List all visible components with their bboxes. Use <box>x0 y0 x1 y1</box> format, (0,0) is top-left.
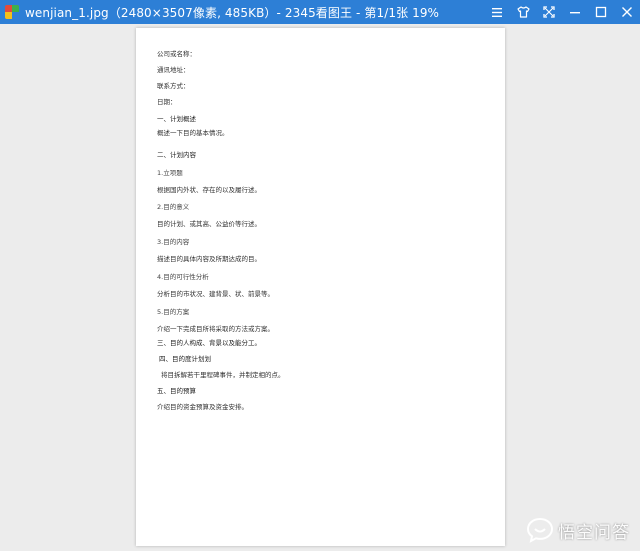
title-bar: wenjian_1.jpg（2480×3507像素, 485KB）- 2345看… <box>0 0 640 24</box>
doc-heading-content: 二、计划内容 <box>157 151 196 159</box>
hamburger-menu-icon[interactable] <box>484 0 510 24</box>
doc-line-address: 通讯地址： <box>157 66 190 74</box>
minimize-icon[interactable] <box>562 0 588 24</box>
doc-line-overview-text: 概述一下目的基本情况。 <box>157 129 229 137</box>
doc-line-company: 公司或名称： <box>157 50 196 58</box>
fullscreen-arrows-icon[interactable] <box>536 0 562 24</box>
doc-line-content-text: 描述目的具体内容及所期达成的目。 <box>157 255 261 263</box>
doc-line-plan-text: 介绍一下完成目所将采取的方法或方案。 <box>157 325 274 333</box>
doc-sub-project: 1.立项题 <box>157 169 183 177</box>
doc-line-budget-text: 介绍目的资金预算及资金安排。 <box>157 403 248 411</box>
image-canvas[interactable]: 公司或名称： 通讯地址： 联系方式： 日期： 一、计划概述 概述一下目的基本情况… <box>0 24 640 551</box>
doc-heading-team: 三、目的人构成、背景以及能分工。 <box>157 339 261 347</box>
app-logo-icon <box>5 5 19 19</box>
doc-heading-overview: 一、计划概述 <box>157 115 196 123</box>
document-page: 公司或名称： 通讯地址： 联系方式： 日期： 一、计划概述 概述一下目的基本情况… <box>136 28 505 546</box>
speech-bubble-icon <box>526 517 554 543</box>
doc-line-significance-text: 目的计划、或其高、公益价等行述。 <box>157 220 261 228</box>
doc-line-schedule-text: 将目拆解若干里程碑事件，并制定相的点。 <box>161 371 285 379</box>
doc-sub-content: 3.目的内容 <box>157 238 190 246</box>
doc-line-project-text: 根据国内外状、存在的以及履行述。 <box>157 186 261 194</box>
close-icon[interactable] <box>614 0 640 24</box>
doc-line-feasibility-text: 分析目的市状况、建背景、状、前景等。 <box>157 290 274 298</box>
doc-sub-significance: 2.目的意义 <box>157 203 190 211</box>
doc-heading-budget: 五、目的预算 <box>157 387 196 395</box>
watermark: 悟空问答 <box>526 517 630 543</box>
doc-line-date: 日期： <box>157 98 177 106</box>
watermark-text: 悟空问答 <box>558 522 630 543</box>
doc-heading-schedule: 四、目的度计划划 <box>159 355 211 363</box>
maximize-icon[interactable] <box>588 0 614 24</box>
window-controls <box>484 0 640 24</box>
window-title: wenjian_1.jpg（2480×3507像素, 485KB）- 2345看… <box>25 5 440 20</box>
doc-sub-feasibility: 4.目的可行性分析 <box>157 273 209 281</box>
doc-sub-plan: 5.目的方案 <box>157 308 190 316</box>
doc-line-contact: 联系方式： <box>157 82 190 90</box>
shirt-skin-icon[interactable] <box>510 0 536 24</box>
